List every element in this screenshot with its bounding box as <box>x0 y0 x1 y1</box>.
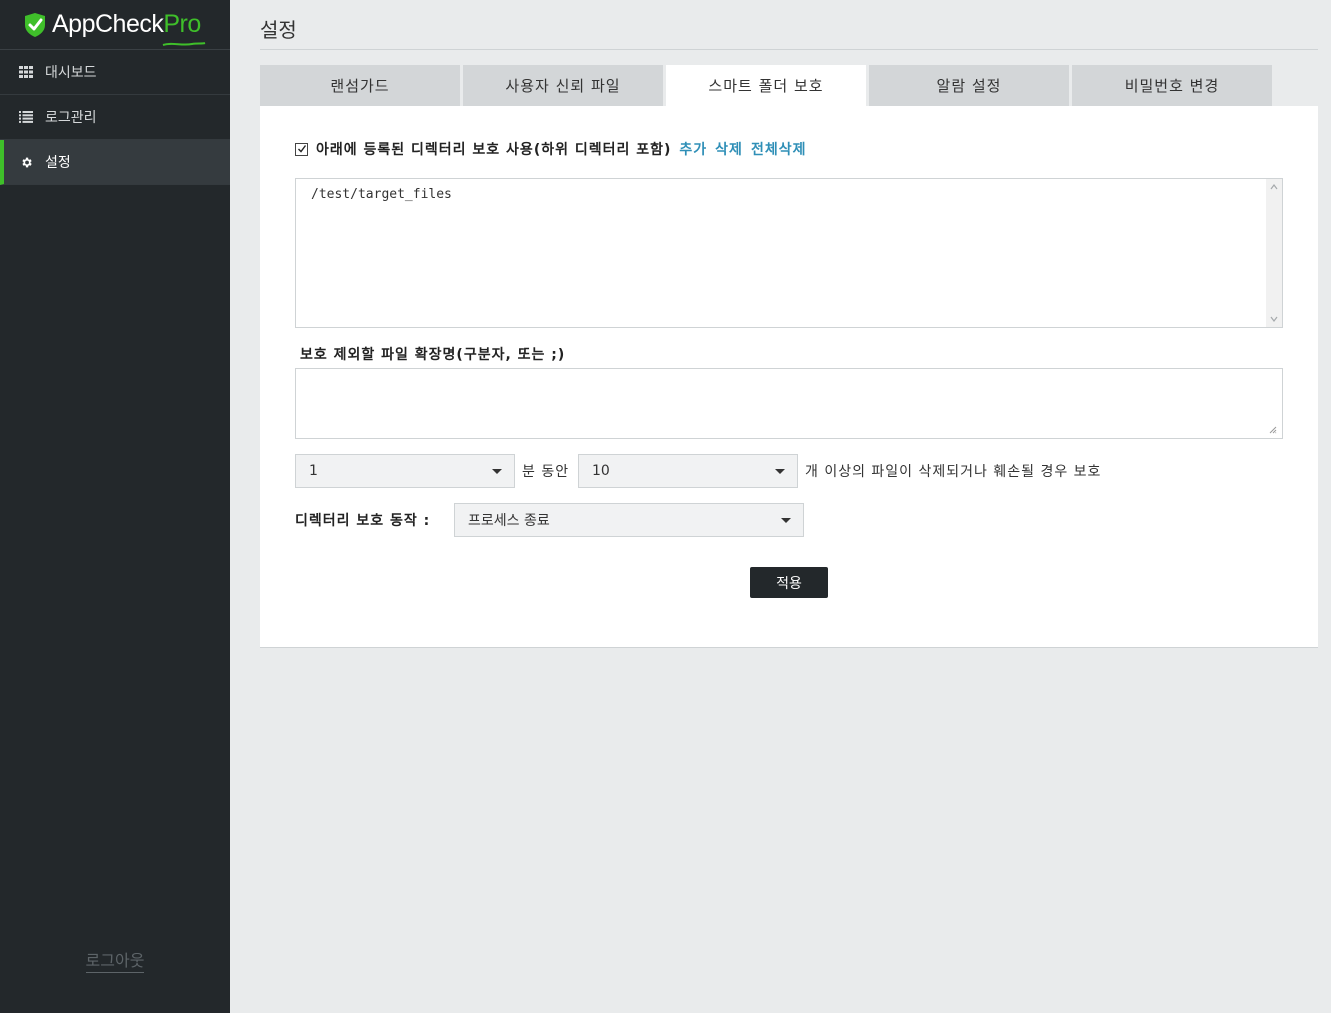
sidebar-item-label: 로그관리 <box>45 110 97 126</box>
checkmark-icon <box>298 144 307 153</box>
tab-ransomguard[interactable]: 랜섬가드 <box>260 65 460 106</box>
file-count-select[interactable]: 10 <box>578 454 798 488</box>
scroll-down-icon[interactable] <box>1270 315 1278 323</box>
app-logo: AppCheckPro <box>0 0 230 50</box>
shield-check-icon <box>25 12 45 37</box>
grid-icon <box>18 64 34 80</box>
resize-grip-icon[interactable] <box>1269 426 1277 434</box>
logo-underline-icon <box>162 42 206 46</box>
tab-smart-folder-protection[interactable]: 스마트 폴더 보호 <box>666 65 866 106</box>
tab-change-password[interactable]: 비밀번호 변경 <box>1072 65 1272 106</box>
apply-button[interactable]: 적용 <box>750 567 828 598</box>
directory-list-scrollbar[interactable] <box>1266 179 1282 327</box>
delete-all-directories-link[interactable]: 전체삭제 <box>751 139 807 159</box>
sidebar: AppCheckPro 대시보드 로그관리 설정 로그아웃 <box>0 0 230 1013</box>
sidebar-item-logs[interactable]: 로그관리 <box>0 95 230 140</box>
protection-action-label: 디렉터리 보호 동작 : <box>295 513 431 529</box>
logo-text: AppCheckPro <box>52 10 206 46</box>
minutes-select[interactable]: 1 <box>295 454 515 488</box>
enable-protection-checkbox[interactable] <box>295 142 308 156</box>
minutes-suffix-label: 분 동안 <box>522 464 570 480</box>
chevron-down-icon <box>775 469 785 474</box>
add-directory-link[interactable]: 추가 <box>679 139 707 159</box>
tab-trusted-files[interactable]: 사용자 신뢰 파일 <box>463 65 663 106</box>
logo-pro: Pro <box>163 10 201 38</box>
gear-icon <box>18 154 34 170</box>
minutes-select-value: 1 <box>309 463 318 479</box>
delete-directory-link[interactable]: 삭제 <box>715 139 743 159</box>
logout-container: 로그아웃 <box>0 947 230 973</box>
file-count-select-value: 10 <box>592 463 610 479</box>
directory-item[interactable]: /test/target_files <box>311 187 452 202</box>
sidebar-item-label: 설정 <box>45 155 71 171</box>
list-icon <box>18 109 34 125</box>
chevron-down-icon <box>492 469 502 474</box>
logout-link[interactable]: 로그아웃 <box>85 951 145 973</box>
sidebar-item-label: 대시보드 <box>45 65 97 81</box>
sidebar-item-dashboard[interactable]: 대시보드 <box>0 50 230 95</box>
logo-name: AppCheck <box>52 10 164 38</box>
smart-folder-panel: 아래에 등록된 디렉터리 보호 사용(하위 디렉터리 포함) 추가 삭제 전체삭… <box>260 106 1318 648</box>
directory-list[interactable]: /test/target_files <box>295 178 1283 328</box>
enable-protection-row: 아래에 등록된 디렉터리 보호 사용(하위 디렉터리 포함) 추가 삭제 전체삭… <box>295 139 806 159</box>
title-divider <box>260 49 1318 50</box>
protection-action-select[interactable]: 프로세스 종료 <box>454 503 804 537</box>
file-count-suffix-label: 개 이상의 파일이 삭제되거나 훼손될 경우 보호 <box>805 464 1102 480</box>
scroll-up-icon[interactable] <box>1270 183 1278 191</box>
enable-protection-label: 아래에 등록된 디렉터리 보호 사용(하위 디렉터리 포함) <box>316 142 672 158</box>
page-title: 설정 <box>260 18 297 42</box>
sidebar-item-settings[interactable]: 설정 <box>0 140 230 185</box>
exclude-extension-label: 보호 제외할 파일 확장명(구분자, 또는 ;) <box>300 347 566 363</box>
chevron-down-icon <box>781 518 791 523</box>
settings-tabs: 랜섬가드 사용자 신뢰 파일 스마트 폴더 보호 알람 설정 비밀번호 변경 <box>260 65 1275 106</box>
exclude-extension-textarea[interactable] <box>295 368 1283 439</box>
tab-alarm-settings[interactable]: 알람 설정 <box>869 65 1069 106</box>
protection-action-select-value: 프로세스 종료 <box>468 513 550 529</box>
